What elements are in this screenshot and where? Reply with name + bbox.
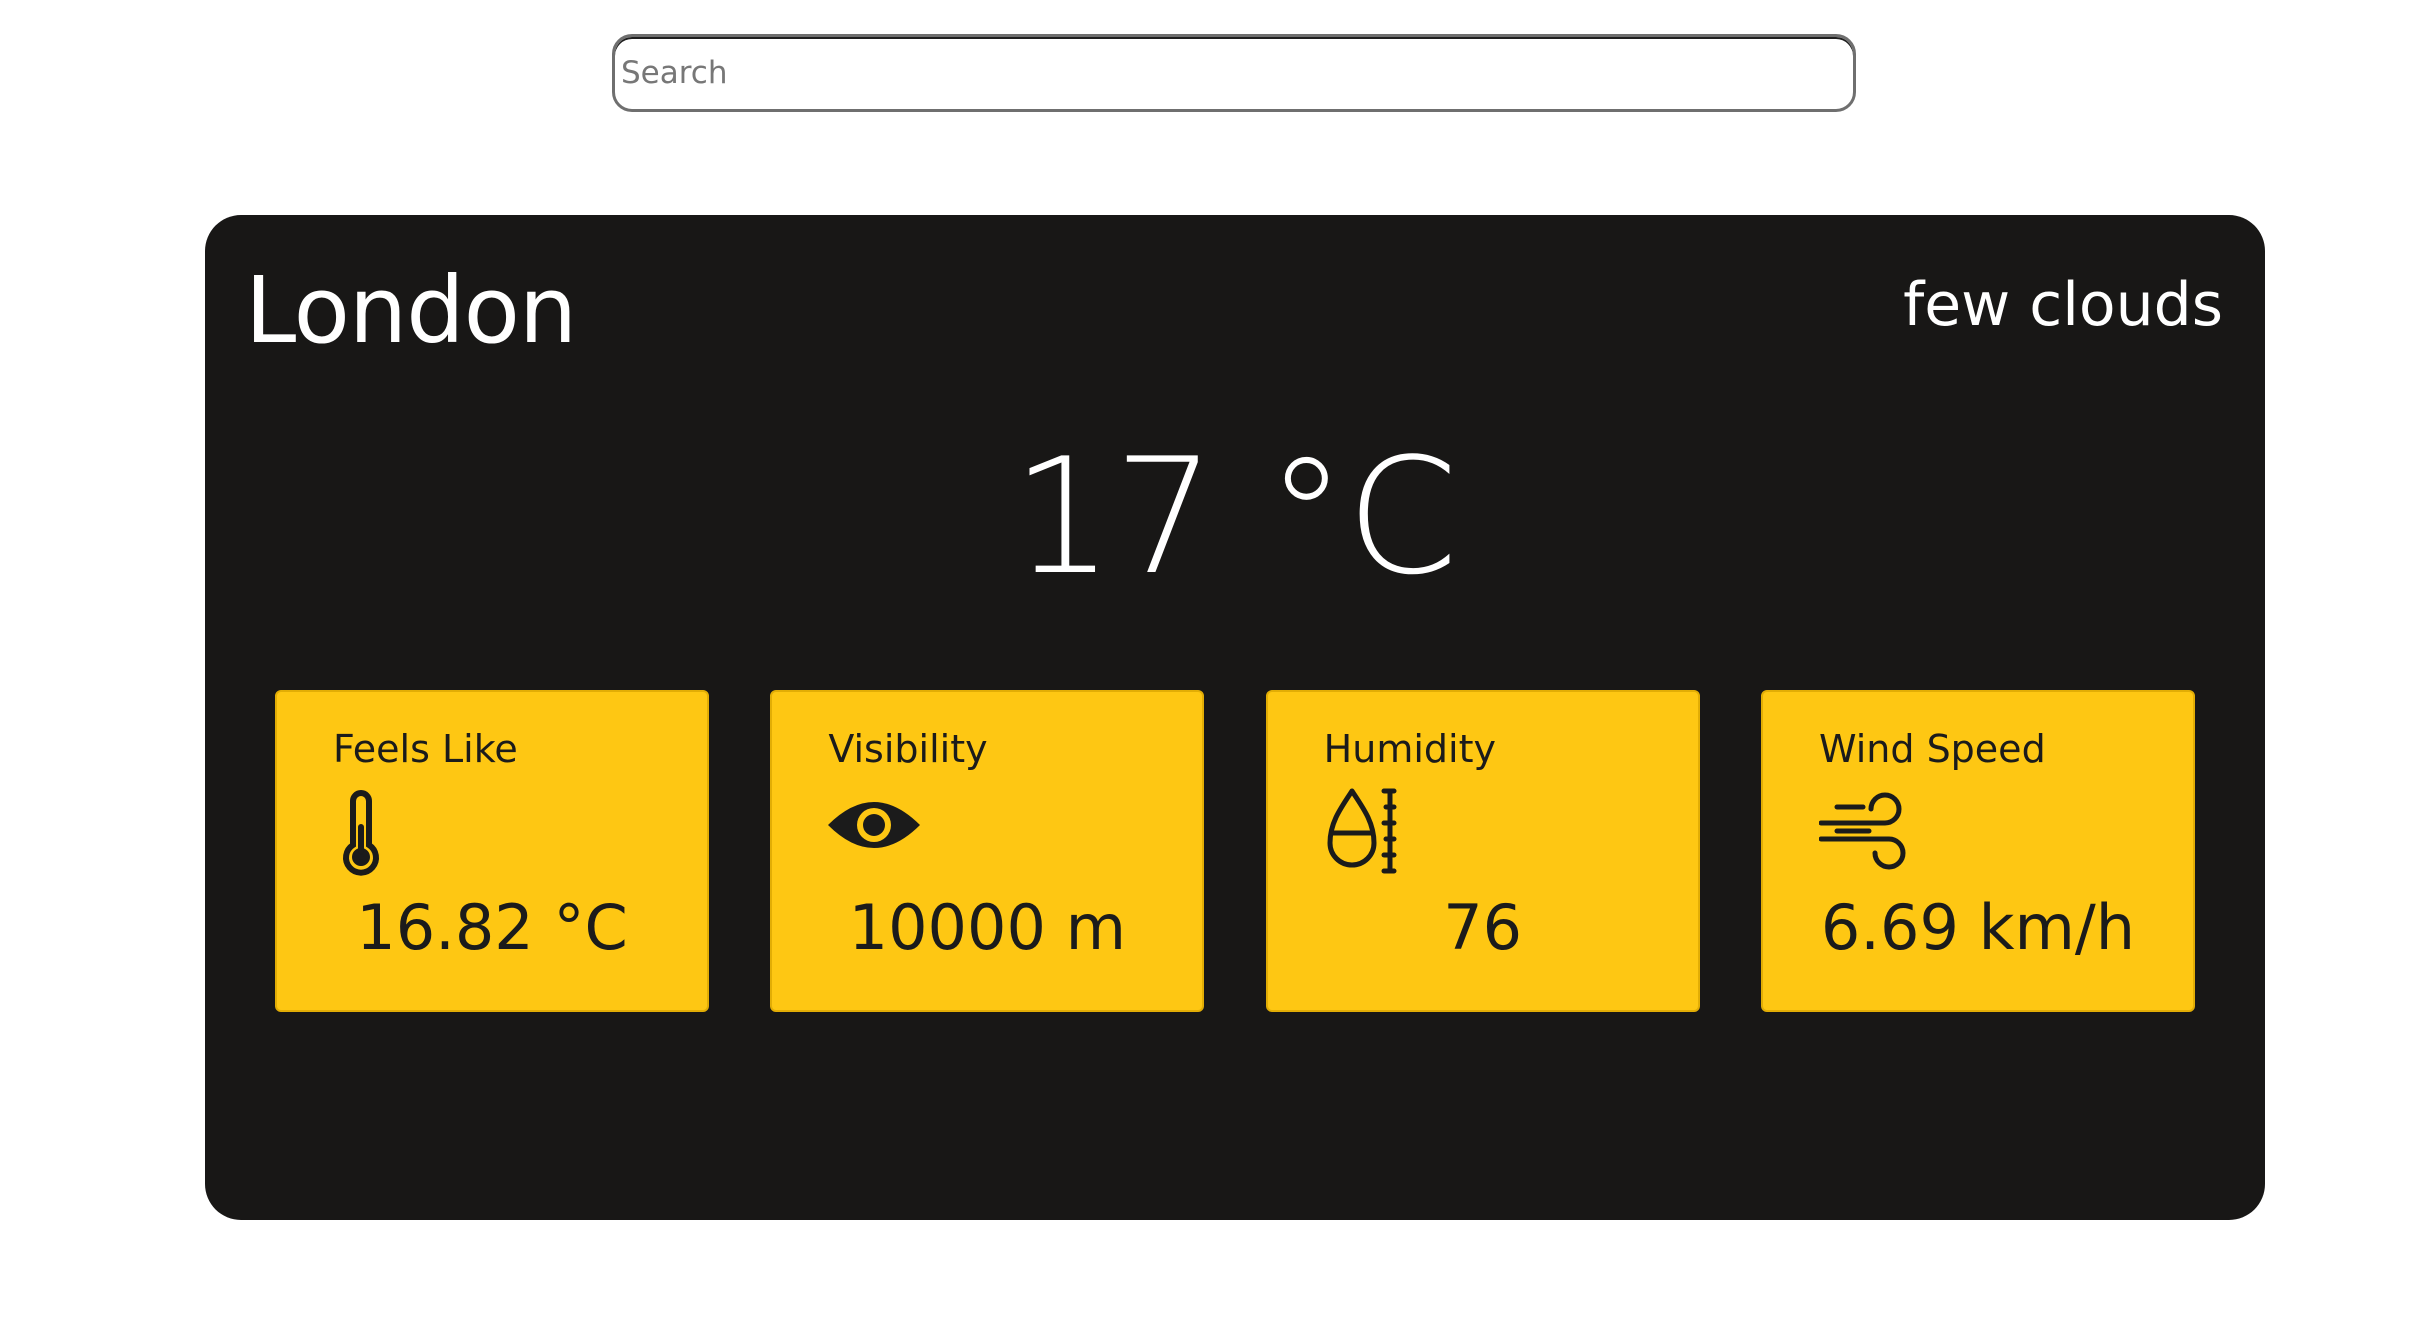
wind-speed-value: 6.69 km/h: [1820, 891, 2136, 964]
weather-card: London few clouds 17 °C Feels Like 16.82…: [205, 215, 2265, 1220]
humidity-icon: [1324, 787, 1418, 881]
wind-speed-tile: Wind Speed 6.69 km/h: [1760, 690, 2195, 1012]
eye-icon: [828, 787, 922, 881]
tile-label: Visibility: [828, 727, 988, 771]
wind-icon: [1818, 787, 1913, 881]
thermometer-icon: [333, 787, 427, 881]
visibility-value: 10000 m: [848, 891, 1126, 964]
tile-label: Humidity: [1323, 727, 1496, 771]
tile-label: Wind Speed: [1818, 727, 2046, 771]
feels-like-tile: Feels Like 16.82 °C: [275, 690, 709, 1012]
current-temperature: 17 °C: [1011, 423, 1459, 610]
humidity-tile: Humidity 76: [1265, 690, 1700, 1012]
weather-details: Feels Like 16.82 °C Visibility 10000 m H…: [275, 690, 2195, 1012]
city-name: London: [245, 257, 577, 364]
search-input[interactable]: [615, 37, 1853, 109]
feels-like-value: 16.82 °C: [356, 891, 628, 964]
visibility-tile: Visibility 10000 m: [770, 690, 1205, 1012]
humidity-value: 76: [1443, 891, 1523, 964]
weather-description: few clouds: [1903, 270, 2223, 340]
tile-label: Feels Like: [333, 727, 518, 771]
search-bar[interactable]: [612, 34, 1856, 112]
